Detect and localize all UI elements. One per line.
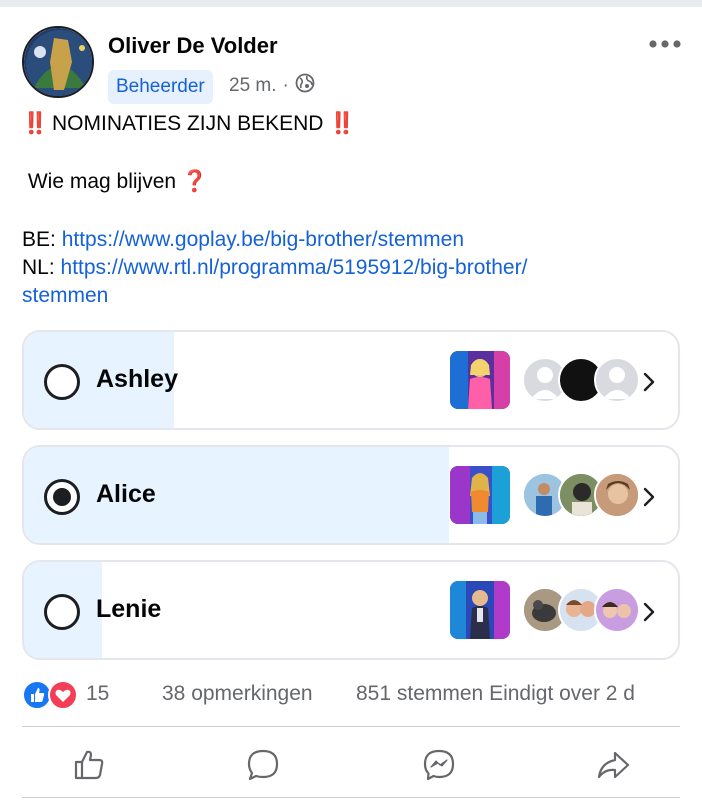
be-line: BE: https://www.goplay.be/big-brother/st… bbox=[22, 226, 682, 254]
chevron-right-icon[interactable] bbox=[642, 485, 656, 509]
post-time[interactable]: 25 m. bbox=[229, 75, 277, 97]
double-exclamation-icon: ‼️ bbox=[329, 112, 355, 135]
poll-radio[interactable] bbox=[44, 479, 80, 515]
poll-option[interactable]: Ashley bbox=[22, 330, 680, 430]
author-avatar[interactable] bbox=[22, 26, 94, 98]
nl-link-continued[interactable]: stemmen bbox=[22, 284, 108, 307]
nl-line: NL: https://www.rtl.nl/programma/5195912… bbox=[22, 254, 682, 282]
role-badge: Beheerder bbox=[108, 70, 213, 104]
candidate-photo bbox=[450, 466, 510, 524]
divider bbox=[22, 726, 680, 727]
headline-text: NOMINATIES ZIJN BEKEND bbox=[52, 112, 324, 135]
poll-option[interactable]: Lenie bbox=[22, 560, 680, 660]
candidate-photo bbox=[450, 581, 510, 639]
post-header: Oliver De Volder Beheerder 25 m. · bbox=[22, 26, 682, 104]
post-meta: 25 m. · bbox=[229, 73, 315, 99]
poll-option-label: Ashley bbox=[96, 365, 178, 393]
votes-and-deadline: 851 stemmen Eindigt over 2 d bbox=[356, 682, 635, 705]
poll-option[interactable]: Alice bbox=[22, 445, 680, 545]
globe-icon bbox=[295, 73, 315, 99]
nl-line-continued: stemmen bbox=[22, 282, 682, 310]
voter-avatar bbox=[594, 357, 640, 403]
candidate-photo bbox=[450, 351, 510, 409]
like-thumb-icon[interactable] bbox=[64, 740, 114, 790]
action-bar bbox=[22, 740, 680, 790]
messenger-icon[interactable] bbox=[414, 740, 464, 790]
poll-option-label: Alice bbox=[96, 480, 156, 508]
nl-link[interactable]: https://www.rtl.nl/programma/5195912/big… bbox=[61, 256, 528, 279]
more-dots-icon[interactable] bbox=[648, 34, 682, 54]
top-strip bbox=[0, 0, 702, 7]
be-link[interactable]: https://www.goplay.be/big-brother/stemme… bbox=[62, 228, 464, 251]
be-prefix: BE: bbox=[22, 228, 56, 251]
nl-prefix: NL: bbox=[22, 256, 55, 279]
voter-avatars[interactable] bbox=[522, 472, 642, 520]
voter-avatar bbox=[594, 587, 640, 633]
chevron-right-icon[interactable] bbox=[642, 370, 656, 394]
post-stats: 15 38 opmerkingen 851 stemmen Eindigt ov… bbox=[22, 680, 682, 710]
voter-avatars[interactable] bbox=[522, 357, 642, 405]
reaction-icons[interactable] bbox=[22, 680, 82, 710]
question-mark-icon: ❓ bbox=[181, 170, 209, 193]
voter-avatars[interactable] bbox=[522, 587, 642, 635]
comments-count[interactable]: 38 opmerkingen bbox=[162, 682, 313, 706]
reaction-count[interactable]: 15 bbox=[86, 682, 109, 706]
post-body: ‼️ NOMINATIES ZIJN BEKEND ‼️ Wie mag bli… bbox=[22, 110, 682, 310]
poll-radio[interactable] bbox=[44, 364, 80, 400]
love-reaction-icon bbox=[48, 680, 78, 710]
comment-bubble-icon[interactable] bbox=[238, 740, 288, 790]
meta-separator: · bbox=[282, 75, 289, 96]
poll-option-label: Lenie bbox=[96, 595, 162, 623]
voter-avatar bbox=[594, 472, 640, 518]
question-text: Wie mag blijven bbox=[27, 170, 177, 193]
poll-result-bar bbox=[24, 447, 450, 543]
double-exclamation-icon: ‼️ bbox=[22, 112, 48, 135]
author-name[interactable]: Oliver De Volder bbox=[108, 33, 278, 59]
chevron-right-icon[interactable] bbox=[642, 600, 656, 624]
headline-line: ‼️ NOMINATIES ZIJN BEKEND ‼️ bbox=[22, 110, 682, 138]
share-arrow-icon[interactable] bbox=[588, 740, 638, 790]
question-line: Wie mag blijven ❓ bbox=[22, 168, 682, 196]
poll-radio[interactable] bbox=[44, 594, 80, 630]
divider bbox=[22, 797, 680, 798]
